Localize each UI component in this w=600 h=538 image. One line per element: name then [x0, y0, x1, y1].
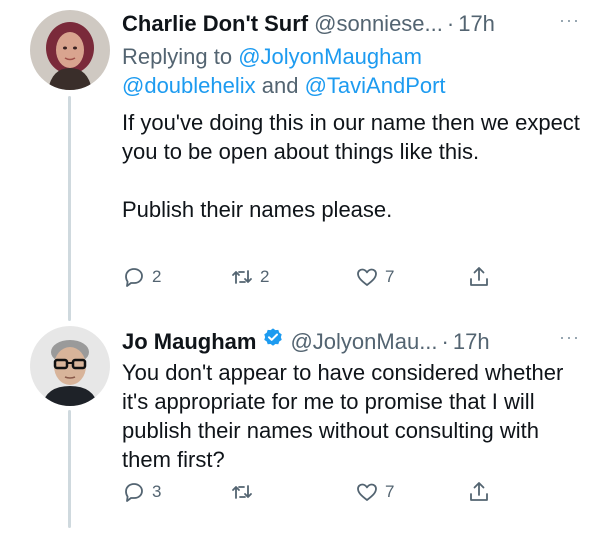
verified-badge-icon	[264, 328, 283, 346]
avatar[interactable]	[30, 326, 110, 406]
share-icon	[470, 267, 488, 286]
display-name[interactable]: Jo Maugham	[122, 328, 256, 356]
tweet-header: Charlie Don't Surf @sonniese... · 17h	[122, 10, 580, 38]
reply-button[interactable]: 3	[122, 480, 161, 504]
reply-count: 2	[152, 267, 162, 286]
reply-icon	[125, 268, 143, 287]
tweet-actions: 2 2 7	[122, 265, 502, 295]
more-options-icon[interactable]: ···	[559, 10, 580, 31]
avatar-man-icon	[30, 326, 110, 406]
mention-link[interactable]: @JolyonMaugham	[238, 44, 422, 69]
thread-line	[68, 96, 71, 321]
reply-icon	[125, 483, 143, 502]
user-handle[interactable]: @sonniese...	[314, 10, 443, 38]
tweet-body: If you've doing this in our name then we…	[122, 108, 580, 224]
tweet-text: If you've doing this in our name then we…	[122, 110, 580, 164]
user-handle[interactable]: @JolyonMau...	[290, 328, 437, 356]
more-options-icon[interactable]: ···	[559, 327, 580, 348]
share-icon	[470, 482, 488, 501]
tweet-body: You don't appear to have considered whet…	[122, 358, 580, 474]
tweet-text: Publish their names please.	[122, 197, 393, 222]
mention-link[interactable]: @doublehelix	[122, 73, 256, 98]
tweet[interactable]: Charlie Don't Surf @sonniese... · 17h ··…	[122, 10, 580, 224]
separator-dot: ·	[446, 11, 455, 36]
retweet-icon	[232, 485, 252, 499]
retweet-count: 2	[260, 267, 270, 286]
like-button[interactable]: 7	[355, 265, 394, 289]
tweet[interactable]: Jo Maugham @JolyonMau... · 17h ··· You d…	[122, 327, 580, 474]
display-name[interactable]: Charlie Don't Surf	[122, 10, 308, 38]
replying-and: and	[255, 73, 305, 98]
separator-dot: ·	[441, 329, 449, 354]
heart-icon	[357, 268, 377, 286]
avatar-woman-icon	[30, 10, 110, 90]
avatar[interactable]	[30, 10, 110, 90]
tweet-text: You don't appear to have considered whet…	[122, 360, 564, 472]
replying-prefix: Replying to	[122, 44, 239, 69]
share-button[interactable]	[467, 265, 491, 289]
retweet-icon	[232, 270, 252, 284]
like-button[interactable]: 7	[355, 480, 394, 504]
thread-line	[68, 410, 71, 528]
mention-link[interactable]: @TaviAndPort	[305, 73, 446, 98]
share-button[interactable]	[467, 480, 491, 504]
heart-icon	[357, 483, 377, 501]
tweet-actions: 3 7	[122, 480, 502, 510]
retweet-button[interactable]: 2	[230, 265, 269, 289]
tweet-header: Jo Maugham @JolyonMau... · 17h	[122, 327, 580, 356]
like-count: 7	[385, 482, 395, 501]
replying-to: Replying to @JolyonMaugham @doublehelix …	[122, 42, 580, 100]
retweet-button[interactable]	[230, 480, 260, 504]
reply-button[interactable]: 2	[122, 265, 161, 289]
timestamp[interactable]: 17h	[458, 10, 495, 38]
timestamp[interactable]: 17h	[453, 328, 490, 356]
reply-count: 3	[152, 482, 162, 501]
like-count: 7	[385, 267, 395, 286]
